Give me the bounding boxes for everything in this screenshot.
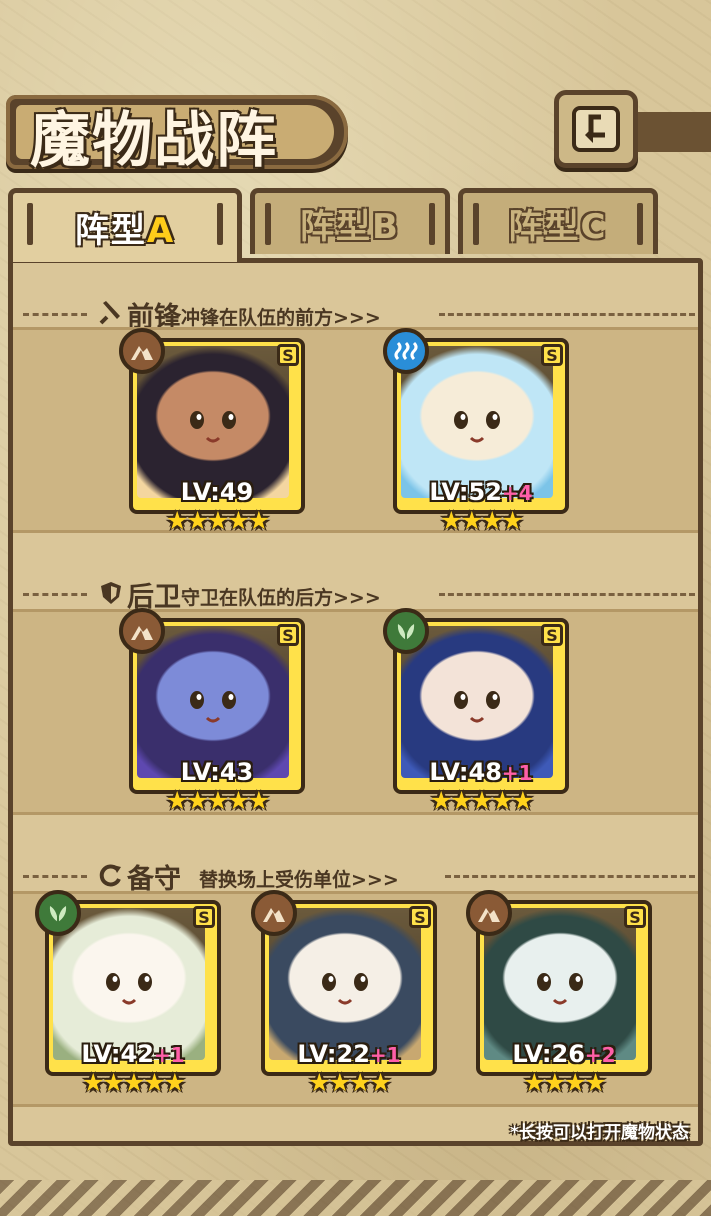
star-rating: ★★★★ [523,1068,607,1097]
rank-badge: S [541,624,563,646]
unit-level: LV:48+1 [429,758,533,786]
unit-portrait [53,908,205,1060]
unit-card[interactable]: S LV:52+4 ★★★★ [383,328,569,535]
long-press-hint: *长按可以打开魔物状态 [510,1123,689,1143]
tab-formation-a[interactable]: 阵型A [8,188,242,262]
element-water-icon [383,328,429,374]
unit-level: LV:49 [180,478,254,506]
front-row [13,327,698,533]
sword-icon [99,301,120,325]
tab-formation-b[interactable]: 阵型B [250,188,450,254]
element-earth-icon [251,890,297,936]
element-earth-icon [466,890,512,936]
unit-portrait [484,908,636,1060]
unit-card[interactable]: S LV:42+1 ★★★★★ [35,890,221,1097]
back-button[interactable] [554,90,638,168]
star-rating: ★★★★ [440,506,524,535]
unit-face [322,973,368,1005]
back-arrow-icon [572,106,620,152]
rank-badge: S [624,906,646,928]
formation-tabs: 阵型A 阵型B 阵型C [0,188,711,262]
unit-face [537,973,583,1005]
unit-level: LV:42+1 [81,1040,185,1068]
star-rating: ★★★★★ [165,506,270,535]
unit-portrait [269,908,421,1060]
unit-card[interactable]: S LV:26+2 ★★★★ [466,890,652,1097]
rank-badge: S [277,344,299,366]
tab-label: 阵型B [300,207,400,247]
element-nature-icon [383,608,429,654]
star-rating: ★★★★★ [165,786,270,815]
element-earth-icon [119,608,165,654]
unit-face [106,973,152,1005]
unit-portrait [401,626,553,778]
rank-badge: S [541,344,563,366]
unit-card[interactable]: S LV:49 ★★★★★ [119,328,305,535]
star-rating: ★★★★ [308,1068,392,1097]
unit-card[interactable]: S LV:22+1 ★★★★ [251,890,437,1097]
unit-card[interactable]: S LV:43 ★★★★★ [119,608,305,815]
rank-badge: S [277,624,299,646]
element-earth-icon [119,328,165,374]
element-nature-icon [35,890,81,936]
unit-face [454,411,500,443]
unit-level: LV:43 [180,758,254,786]
unit-face [454,691,500,723]
swap-icon [99,864,121,887]
bottom-border [0,1180,711,1216]
unit-face [190,411,236,443]
section-desc: 替换场上受伤单位>>> [199,869,399,891]
tab-label: 阵型C [508,207,608,247]
unit-portrait [137,626,289,778]
star-rating: ★★★★★ [81,1068,186,1097]
tab-label: 阵型A [74,211,176,251]
unit-face [190,691,236,723]
tab-formation-c[interactable]: 阵型C [458,188,658,254]
back-row [13,609,698,815]
rank-badge: S [409,906,431,928]
unit-level: LV:26+2 [512,1040,616,1068]
section-desc: 守卫在队伍的后方>>> [181,587,381,609]
unit-portrait [137,346,289,498]
section-desc: 冲锋在队伍的前方>>> [181,307,381,329]
unit-level: LV:22+1 [297,1040,401,1068]
page-title: 魔物战阵 [30,106,278,176]
shield-icon [101,582,121,604]
star-rating: ★★★★★ [429,786,534,815]
unit-portrait [401,346,553,498]
unit-level: LV:52+4 [429,478,533,506]
rank-badge: S [193,906,215,928]
unit-card[interactable]: S LV:48+1 ★★★★★ [383,608,569,815]
